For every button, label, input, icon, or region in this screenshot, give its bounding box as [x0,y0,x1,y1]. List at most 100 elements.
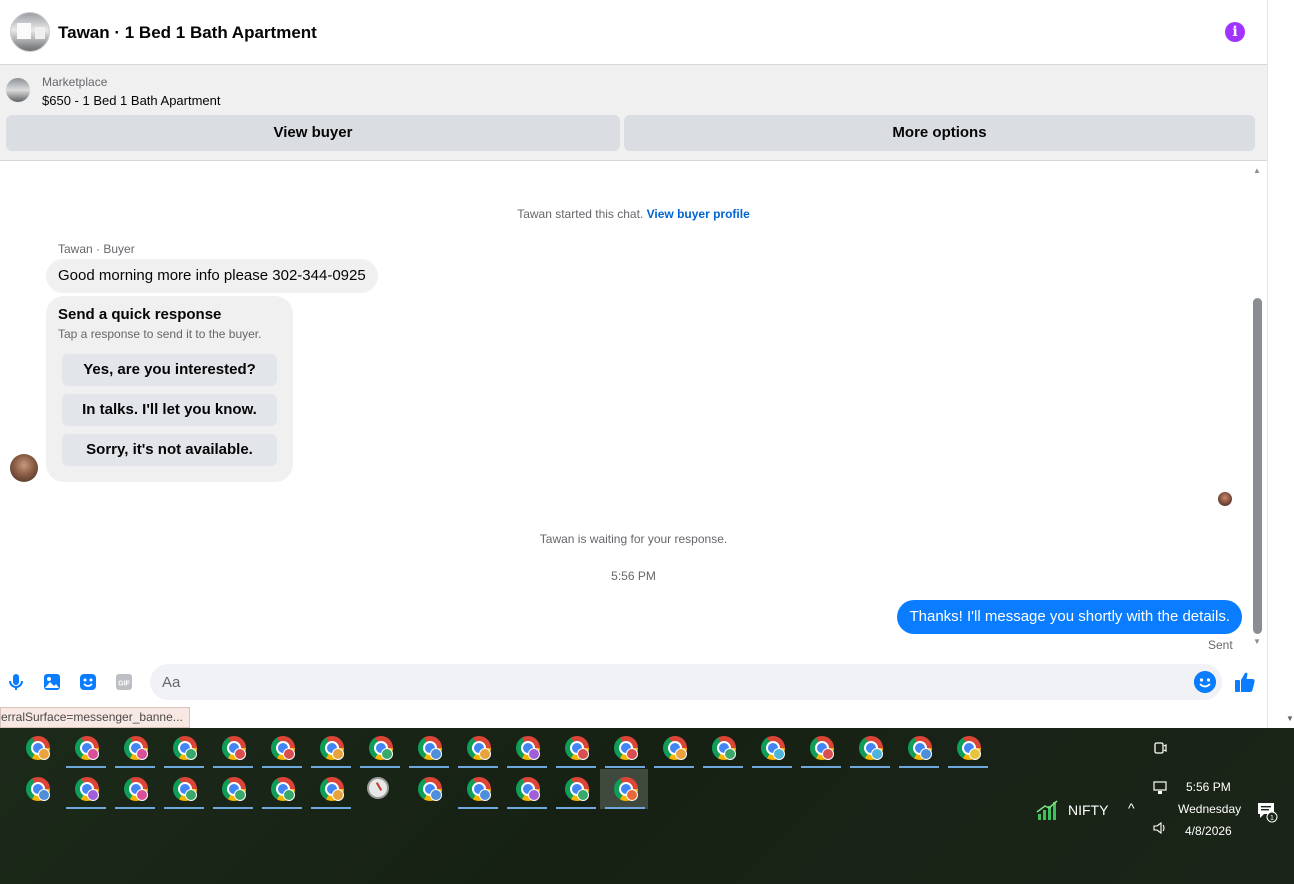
profile-badge-icon [136,748,148,760]
network-icon[interactable] [1152,780,1168,796]
photo-icon[interactable] [42,672,62,692]
profile-badge-icon [479,748,491,760]
running-indicator [605,807,645,809]
chrome-profile-taskbar-icon[interactable] [314,732,348,766]
gif-icon[interactable]: GIF [114,672,134,692]
quick-response-subtitle: Tap a response to send it to the buyer. [58,327,262,341]
chrome-profile-taskbar-icon[interactable] [951,732,985,766]
read-receipt-avatar [1218,492,1232,506]
marketplace-label: Marketplace [42,75,108,89]
message-input-wrapper [150,664,1222,700]
profile-badge-icon [430,748,442,760]
notification-center-icon[interactable]: 1 [1256,800,1280,824]
listing-avatar[interactable] [10,12,50,52]
quick-response-interested[interactable]: Yes, are you interested? [62,354,277,386]
chrome-profile-taskbar-icon[interactable] [363,732,397,766]
chrome-profile-taskbar-icon[interactable] [412,773,446,807]
meet-now-icon[interactable] [1152,740,1168,756]
chat-header: Tawan · 1 Bed 1 Bath Apartment i [0,0,1267,65]
emoji-icon[interactable] [1194,671,1216,693]
outgoing-message[interactable]: Thanks! I'll message you shortly with th… [897,600,1242,634]
thumbs-up-icon[interactable] [1233,670,1257,694]
chrome-profile-taskbar-icon[interactable] [461,732,495,766]
chrome-profile-taskbar-icon[interactable] [167,732,201,766]
chrome-profile-taskbar-icon[interactable] [755,732,789,766]
profile-badge-icon [87,748,99,760]
chrome-profile-taskbar-icon[interactable] [118,732,152,766]
running-indicator [556,766,596,768]
running-indicator [311,807,351,809]
chat-title[interactable]: Tawan · 1 Bed 1 Bath Apartment [58,23,317,43]
profile-badge-icon [969,748,981,760]
message-input[interactable] [162,664,1182,700]
scrollbar-thumb[interactable] [1253,298,1262,634]
chrome-profile-taskbar-icon[interactable] [265,773,299,807]
windows-taskbar: NIFTY ^ 5:56 PM Wednesday 4/8/2026 1 [0,728,1294,884]
view-buyer-profile-link[interactable]: View buyer profile [647,207,750,221]
profile-badge-icon [185,789,197,801]
chrome-profile-taskbar-icon[interactable] [559,732,593,766]
chrome-profile-taskbar-icon[interactable] [216,773,250,807]
chrome-profile-taskbar-icon[interactable] [216,732,250,766]
chrome-profile-taskbar-icon[interactable] [804,732,838,766]
chrome-profile-taskbar-icon[interactable] [69,732,103,766]
scroll-up-arrow[interactable]: ▲ [1252,166,1262,176]
profile-badge-icon [332,789,344,801]
buyer-avatar[interactable] [10,454,38,482]
quick-response-in-talks[interactable]: In talks. I'll let you know. [62,394,277,426]
chrome-profile-taskbar-icon[interactable] [608,732,642,766]
chrome-profile-taskbar-icon[interactable] [20,732,54,766]
chrome-profile-taskbar-icon[interactable] [510,732,544,766]
clock-day[interactable]: Wednesday [1178,802,1241,816]
running-indicator [360,766,400,768]
chrome-profile-taskbar-icon[interactable] [314,773,348,807]
info-icon[interactable]: i [1225,22,1245,42]
profile-badge-icon [528,789,540,801]
quick-response-title: Send a quick response [58,306,222,323]
quick-response-card: Send a quick response Tap a response to … [46,296,293,482]
sticker-icon[interactable] [78,672,98,692]
running-indicator [850,766,890,768]
listing-title[interactable]: $650 - 1 Bed 1 Bath Apartment [42,93,221,108]
quick-response-not-available[interactable]: Sorry, it's not available. [62,434,277,466]
stock-widget-icon[interactable] [1036,800,1060,820]
chrome-profile-taskbar-icon[interactable] [265,732,299,766]
profile-badge-icon [381,748,393,760]
profile-badge-icon [871,748,883,760]
chrome-profile-taskbar-icon[interactable] [118,773,152,807]
chrome-profile-taskbar-icon[interactable] [853,732,887,766]
stock-widget-label[interactable]: NIFTY [1068,802,1108,818]
chrome-profile-taskbar-icon[interactable] [69,773,103,807]
chrome-profile-taskbar-icon[interactable] [657,732,691,766]
microphone-icon[interactable] [6,672,26,692]
chrome-profile-taskbar-icon[interactable] [902,732,936,766]
page-scroll-down-arrow[interactable]: ▼ [1286,714,1294,723]
running-indicator [262,807,302,809]
chrome-profile-taskbar-icon[interactable] [412,732,446,766]
chrome-profile-taskbar-icon[interactable] [167,773,201,807]
running-indicator [752,766,792,768]
volume-icon[interactable] [1152,820,1168,836]
chrome-profile-taskbar-icon[interactable] [510,773,544,807]
show-hidden-icons-chevron-icon[interactable]: ^ [1128,800,1135,816]
profile-badge-icon [920,748,932,760]
chrome-profile-taskbar-icon[interactable] [559,773,593,807]
chrome-profile-taskbar-icon[interactable] [706,732,740,766]
chrome-profile-taskbar-icon[interactable] [608,773,642,807]
running-indicator [311,766,351,768]
profile-badge-icon [87,789,99,801]
running-indicator [66,766,106,768]
profile-badge-icon [479,789,491,801]
view-buyer-button[interactable]: View buyer [6,115,620,151]
incoming-message[interactable]: Good morning more info please 302-344-09… [46,259,378,293]
clock-app-icon[interactable] [367,777,389,799]
running-indicator [115,807,155,809]
listing-thumbnail[interactable] [6,78,30,102]
clock-time[interactable]: 5:56 PM [1186,780,1231,794]
more-options-button[interactable]: More options [624,115,1255,151]
clock-date[interactable]: 4/8/2026 [1185,824,1232,838]
chrome-profile-taskbar-icon[interactable] [461,773,495,807]
running-indicator [507,807,547,809]
chrome-profile-taskbar-icon[interactable] [20,773,54,807]
scroll-down-arrow[interactable]: ▼ [1252,637,1262,647]
